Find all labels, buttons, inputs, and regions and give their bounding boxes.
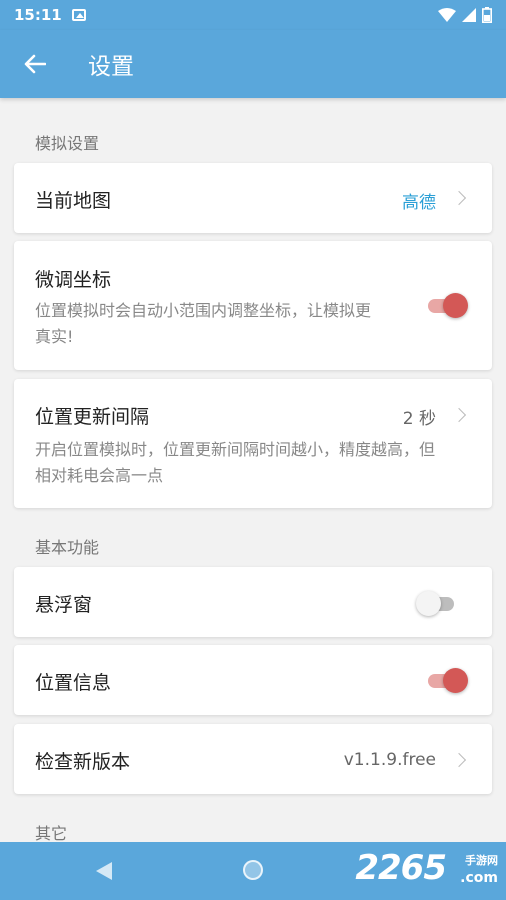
site-watermark: 2265 手游网 .com [355, 848, 498, 888]
page-title: 设置 [88, 54, 134, 80]
image-notification-icon [71, 9, 86, 21]
setting-update-interval[interactable]: 位置更新间隔 2 秒 开启位置模拟时，位置更新间隔时间越小，精度越高，但 相对耗… [14, 379, 492, 508]
setting-floating-window[interactable]: 悬浮窗 [14, 567, 492, 637]
wifi-icon [438, 8, 456, 22]
setting-desc-line1: 开启位置模拟时，位置更新间隔时间越小，精度越高，但 [35, 440, 436, 459]
chevron-right-icon [451, 407, 467, 423]
status-time: 15:11 [14, 6, 62, 24]
nav-back-icon[interactable] [96, 862, 112, 880]
toggle-thumb [416, 591, 441, 616]
setting-label: 微调坐标 [35, 269, 112, 291]
chevron-right-icon [451, 190, 467, 206]
toggle-thumb [443, 668, 468, 693]
status-icons [438, 7, 492, 23]
nav-home-icon[interactable] [243, 860, 263, 880]
current-map-value: 高德 [402, 193, 436, 213]
version-value: v1.1.9.free [343, 750, 436, 770]
setting-desc-line1: 位置模拟时会自动小范围内调整坐标，让模拟更 [35, 301, 372, 320]
watermark-domain: .com [460, 870, 498, 886]
system-nav-bar: 2265 手游网 .com [0, 842, 506, 900]
setting-desc-line2: 相对耗电会高一点 [35, 466, 164, 485]
arrow-left-icon [24, 54, 46, 74]
setting-label: 当前地图 [35, 190, 112, 212]
setting-label: 检查新版本 [35, 751, 131, 773]
update-interval-value: 2 秒 [402, 409, 436, 429]
setting-location-info[interactable]: 位置信息 [14, 645, 492, 715]
section-title-basic: 基本功能 [35, 538, 100, 557]
setting-label: 悬浮窗 [35, 594, 93, 616]
settings-list[interactable]: 模拟设置 当前地图 高德 微调坐标 位置模拟时会自动小范围内调整坐标，让模拟更 … [0, 98, 506, 842]
setting-current-map[interactable]: 当前地图 高德 [14, 163, 492, 233]
setting-label: 位置更新间隔 [35, 406, 150, 428]
back-button[interactable] [0, 30, 70, 98]
watermark-number: 2265 [355, 848, 447, 888]
location-info-toggle[interactable] [424, 667, 468, 693]
floating-window-toggle[interactable] [416, 590, 460, 616]
battery-icon [482, 7, 492, 23]
section-title-simulation: 模拟设置 [35, 134, 100, 153]
setting-fine-tune[interactable]: 微调坐标 位置模拟时会自动小范围内调整坐标，让模拟更 真实! [14, 241, 492, 370]
setting-desc-line2: 真实! [35, 327, 74, 346]
app-bar: 设置 [0, 30, 506, 98]
status-bar: 15:11 [0, 0, 506, 30]
toggle-thumb [443, 293, 468, 318]
setting-label: 位置信息 [35, 672, 112, 694]
watermark-site: 手游网 [465, 854, 498, 867]
chevron-right-icon [451, 752, 467, 768]
signal-icon [462, 8, 476, 22]
setting-check-update[interactable]: 检查新版本 v1.1.9.free [14, 724, 492, 794]
fine-tune-toggle[interactable] [424, 292, 468, 318]
section-title-other: 其它 [35, 824, 68, 842]
